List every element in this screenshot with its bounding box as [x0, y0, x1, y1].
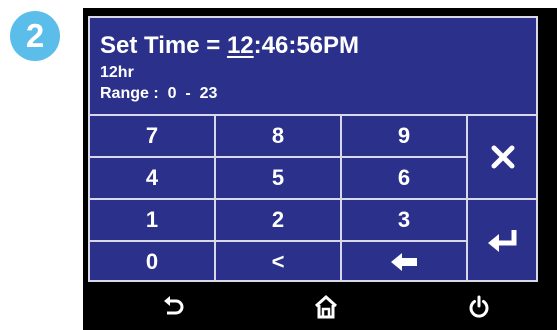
time-entry-header: Set Time = 12:46:56PM 12hr Range : 0 - 2…	[90, 18, 536, 114]
title-suffix: :46:56PM	[253, 32, 360, 59]
cancel-button[interactable]	[468, 114, 538, 198]
home-button[interactable]	[311, 292, 341, 322]
power-button[interactable]	[464, 292, 494, 322]
enter-icon	[488, 230, 517, 252]
left-arrow-icon	[391, 253, 417, 271]
title-prefix: Set Time =	[100, 32, 227, 59]
close-icon	[491, 145, 515, 169]
numeric-keypad: 7 8 9 4 5 6 1 2 3 0 <	[90, 114, 538, 282]
device-display: Set Time = 12:46:56PM 12hr Range : 0 - 2…	[83, 8, 557, 330]
step-number-badge: 2	[10, 11, 60, 61]
key-0[interactable]: 0	[90, 240, 216, 282]
key-8[interactable]: 8	[216, 114, 342, 156]
key-2[interactable]: 2	[216, 198, 342, 240]
page-title: Set Time = 12:46:56PM	[100, 32, 359, 60]
back-button[interactable]	[158, 292, 188, 322]
key-1[interactable]: 1	[90, 198, 216, 240]
key-3[interactable]: 3	[342, 198, 468, 240]
key-decrement[interactable]: <	[216, 240, 342, 282]
enter-button[interactable]	[468, 198, 538, 282]
key-9[interactable]: 9	[342, 114, 468, 156]
range-label: Range : 0 - 23	[100, 85, 218, 102]
time-format-label: 12hr	[100, 64, 134, 81]
power-icon	[469, 295, 489, 318]
hour-field: 12	[226, 32, 254, 59]
key-4[interactable]: 4	[90, 156, 216, 198]
backspace-button[interactable]	[342, 240, 468, 282]
key-6[interactable]: 6	[342, 156, 468, 198]
key-5[interactable]: 5	[216, 156, 342, 198]
bottom-toolbar	[83, 284, 557, 330]
home-icon	[314, 294, 338, 319]
key-7[interactable]: 7	[90, 114, 216, 156]
back-icon	[164, 296, 184, 315]
set-time-screen: Set Time = 12:46:56PM 12hr Range : 0 - 2…	[88, 16, 538, 282]
